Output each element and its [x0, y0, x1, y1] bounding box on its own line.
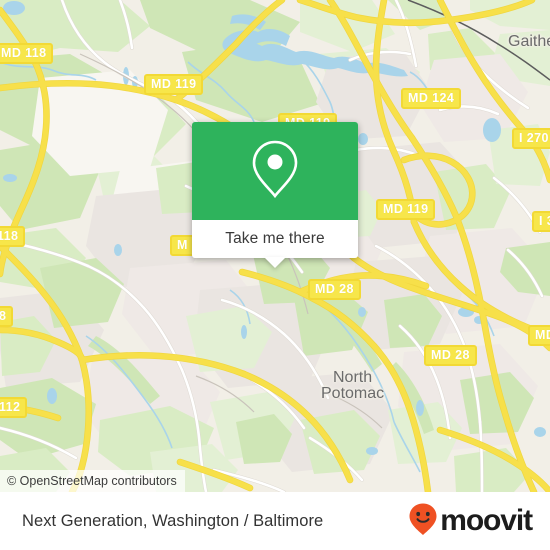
popup-pointer-tail: [264, 257, 286, 268]
shield-md-119-top: MD 119: [144, 74, 204, 95]
gaithersburg-label: Gaithe: [508, 33, 550, 50]
shield-md-8-left: 8: [0, 306, 14, 327]
shield-md-124: MD 124: [401, 88, 462, 109]
moovit-wordmark: moovit: [440, 504, 533, 537]
shield-md-28-lower: MD 28: [424, 345, 477, 366]
map-pin-icon: [249, 138, 301, 205]
shield-md-118-topleft: MD 118: [0, 43, 54, 64]
moovit-logo[interactable]: moovit: [408, 502, 533, 541]
north-potomac-label-line1: North: [333, 369, 373, 386]
moovit-smiley-pin-icon: [408, 502, 438, 541]
shield-md-118-left: 118: [0, 226, 26, 247]
popup-action-bar[interactable]: Take me there: [192, 220, 358, 268]
shield-i-370: I 3: [532, 211, 550, 232]
shield-md-right: MD: [528, 325, 550, 346]
footer-bar: Next Generation, Washington / Baltimore …: [0, 492, 550, 550]
shield-md-112: 112: [0, 397, 28, 418]
footer-place-title: Next Generation, Washington / Baltimore: [22, 511, 324, 530]
take-me-there-label: Take me there: [225, 230, 325, 247]
shield-i-270: I 270: [512, 128, 550, 149]
north-potomac-label-line2: Potomac: [321, 385, 385, 402]
location-popup-card[interactable]: Take me there: [192, 122, 358, 268]
shield-md-119-right: MD 119: [376, 199, 436, 220]
map-canvas[interactable]: .green { fill:#cfe6b6; } .green2 { fill:…: [0, 0, 550, 492]
osm-attribution[interactable]: © OpenStreetMap contributors: [0, 470, 185, 492]
moovit-map-screenshot: .green { fill:#cfe6b6; } .green2 { fill:…: [0, 0, 550, 550]
shield-md-28-mid: MD 28: [308, 279, 361, 300]
popup-header: [192, 122, 358, 220]
